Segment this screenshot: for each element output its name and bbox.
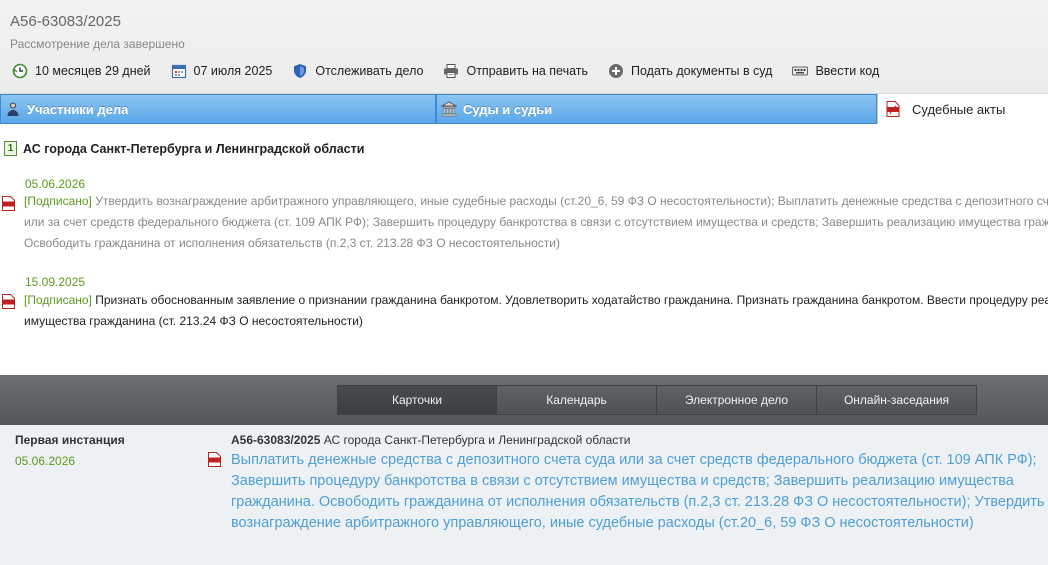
signed-badge: [Подписано] <box>24 293 92 307</box>
instance-date: 05.06.2026 <box>15 454 76 468</box>
bottom-tab-bar: Карточки Календарь Электронное дело Онла… <box>0 375 1048 425</box>
courthouse-icon <box>440 101 458 117</box>
card-case-number: А56-63083/2025 <box>231 433 321 447</box>
enter-code-button[interactable]: Ввести код <box>792 63 879 79</box>
case-toolbar: 10 месяцев 29 дней 07 июля 2025 Отслежив… <box>12 61 899 81</box>
calendar-icon <box>171 63 187 79</box>
tab-courts[interactable]: Суды и судьи <box>436 94 877 124</box>
instance-label: Первая инстанция <box>15 433 125 447</box>
date-info: 07 июля 2025 <box>171 63 273 79</box>
tab-acts-label: Судебные акты <box>912 101 1006 117</box>
pdf-icon[interactable] <box>208 452 221 467</box>
case-number: А56-63083/2025 <box>10 13 121 30</box>
enter-code-label: Ввести код <box>815 64 880 78</box>
court-header: 1 АС города Санкт-Петербурга и Ленинград… <box>4 141 364 156</box>
tab-online-sessions[interactable]: Онлайн-заседания <box>817 385 977 415</box>
submit-documents-button[interactable]: Подать документы в суд <box>608 63 772 79</box>
pdf-icon[interactable] <box>2 196 15 211</box>
track-case-label: Отслеживать дело <box>315 64 424 78</box>
duration-label: 10 месяцев 29 дней <box>35 64 151 78</box>
submit-documents-label: Подать документы в суд <box>631 64 773 78</box>
instance-card: Первая инстанция 05.06.2026 А56-63083/20… <box>0 425 1048 565</box>
case-status: Рассмотрение дела завершено <box>10 37 185 51</box>
court-title: АС города Санкт-Петербурга и Ленинградск… <box>23 141 365 156</box>
tab-cards[interactable]: Карточки <box>337 385 497 415</box>
print-button[interactable]: Отправить на печать <box>443 63 588 79</box>
card-court-name: АС города Санкт-Петербурга и Ленинградск… <box>323 433 631 447</box>
act-date: 05.06.2026 <box>25 177 86 191</box>
bottom-tabs: Карточки Календарь Электронное дело Онла… <box>337 385 977 415</box>
keyboard-icon <box>792 63 809 79</box>
clock-arrow-icon <box>12 63 28 79</box>
act-date: 15.09.2025 <box>25 275 86 289</box>
card-case-header: А56-63083/2025 АС города Санкт-Петербург… <box>231 433 631 447</box>
act-description[interactable]: [Подписано] Признать обоснованным заявле… <box>24 290 1048 332</box>
act-text: Утвердить вознаграждение арбитражного уп… <box>24 194 1048 250</box>
act-text: Признать обоснованным заявление о призна… <box>24 293 1048 328</box>
tab-electronic-case[interactable]: Электронное дело <box>657 385 817 415</box>
act-link[interactable]: Выплатить денежные средства с депозитног… <box>231 450 1046 534</box>
case-header: А56-63083/2025 Рассмотрение дела заверше… <box>0 0 1048 94</box>
track-case-button[interactable]: Отслеживать дело <box>292 63 423 79</box>
print-label: Отправить на печать <box>466 64 588 78</box>
printer-icon <box>443 63 459 79</box>
pdf-icon[interactable] <box>2 294 15 309</box>
tab-participants[interactable]: Участники дела <box>0 94 436 124</box>
shield-icon <box>292 63 308 79</box>
tab-participants-label: Участники дела <box>27 101 129 117</box>
signed-badge: [Подписано] <box>24 194 92 208</box>
tab-acts[interactable]: Судебные акты <box>877 94 1048 124</box>
person-icon <box>5 101 21 117</box>
case-tabs: Участники дела Суды и судьи Судебные акт… <box>0 94 1048 124</box>
tab-courts-label: Суды и судьи <box>463 101 553 117</box>
instance-number-icon: 1 <box>4 141 17 156</box>
tab-calendar[interactable]: Календарь <box>497 385 657 415</box>
pdf-icon <box>886 101 902 117</box>
date-label: 07 июля 2025 <box>193 64 273 78</box>
plus-circle-icon <box>608 63 624 79</box>
act-description[interactable]: [Подписано] Утвердить вознаграждение арб… <box>24 191 1048 254</box>
duration-info: 10 месяцев 29 дней <box>12 63 151 79</box>
